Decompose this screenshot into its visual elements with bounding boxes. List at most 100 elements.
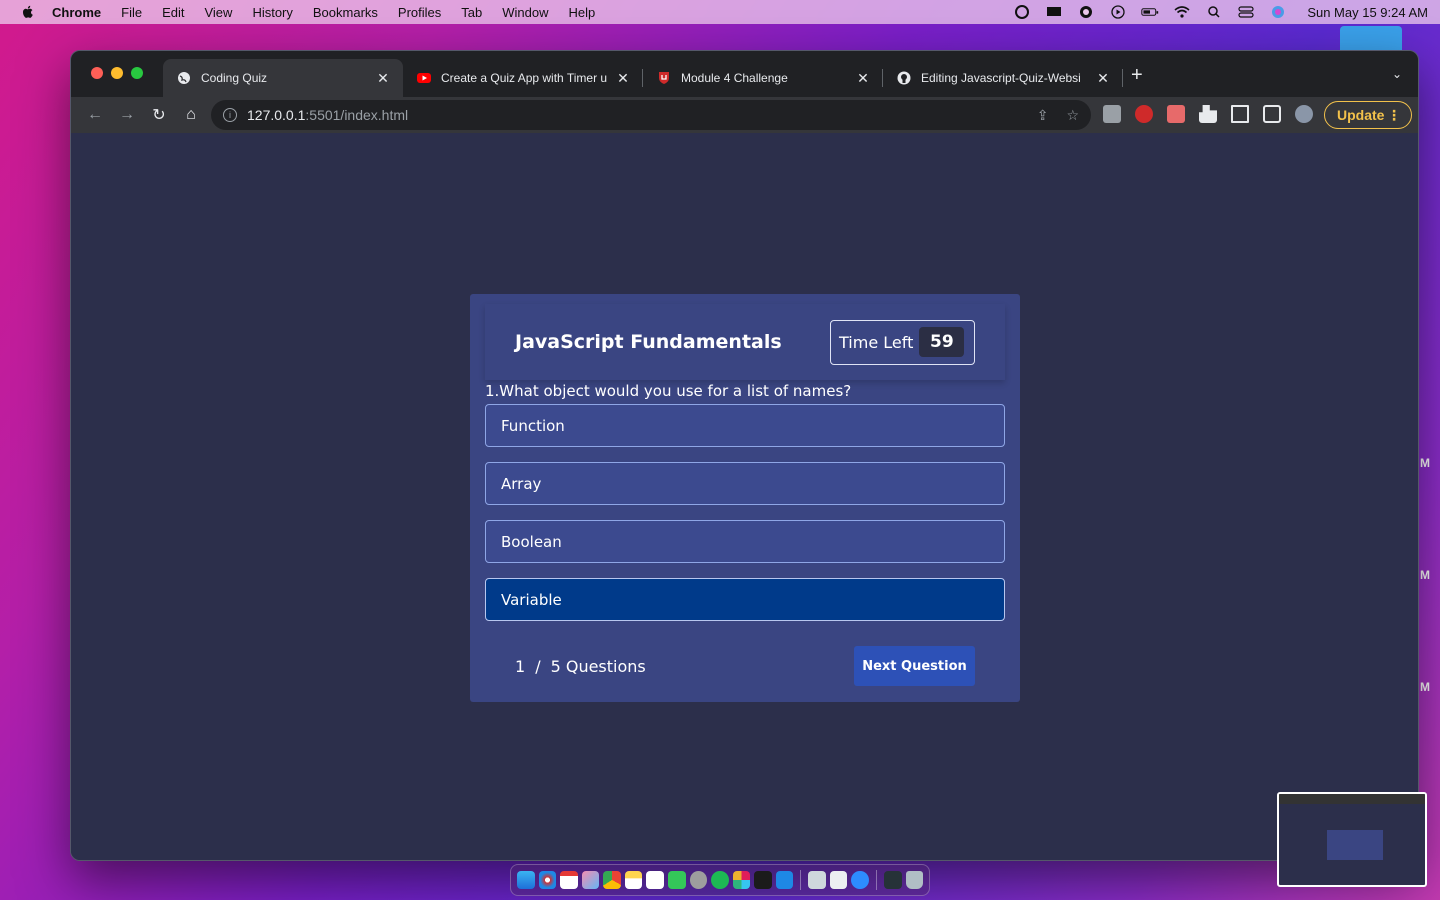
- preview-icon[interactable]: [808, 871, 826, 889]
- minimize-window-button[interactable]: [111, 67, 123, 79]
- spotlight-search-icon[interactable]: [1205, 5, 1223, 19]
- question-counter: 1 / 5 Questions: [515, 657, 646, 676]
- desktop-folder-icon[interactable]: [1340, 26, 1402, 52]
- timer-label: Time Left: [839, 332, 914, 352]
- tab-strip: Coding Quiz ✕ Create a Quiz App with Tim…: [71, 51, 1418, 97]
- finder-icon[interactable]: [517, 871, 535, 889]
- downloads-stack-icon[interactable]: [883, 871, 902, 889]
- menubar: Chrome File Edit View History Bookmarks …: [0, 0, 1440, 24]
- next-question-button[interactable]: Next Question: [854, 646, 975, 686]
- calendar-icon[interactable]: [560, 871, 578, 889]
- apple-menu-icon[interactable]: [20, 4, 36, 20]
- quiz-card: JavaScript Fundamentals Time Left 59 1.W…: [470, 294, 1020, 702]
- back-arrow-icon[interactable]: ←: [79, 101, 111, 129]
- site-info-icon[interactable]: i: [223, 108, 237, 122]
- menu-bookmarks[interactable]: Bookmarks: [313, 5, 378, 20]
- url-host: 127.0.0.1: [247, 107, 306, 123]
- shield-icon: [659, 72, 669, 84]
- tab-module-4[interactable]: Module 4 Challenge ✕: [643, 59, 883, 97]
- siri-icon[interactable]: [1269, 5, 1287, 19]
- address-bar[interactable]: i 127.0.0.1 :5501/index.html ⇪ ☆: [211, 100, 1091, 130]
- chevron-down-icon[interactable]: ⌄: [1392, 67, 1402, 81]
- tab-title: Editing Javascript-Quiz-Websi: [921, 71, 1081, 85]
- url-path: :5501/index.html: [305, 107, 409, 123]
- tab-github[interactable]: Editing Javascript-Quiz-Websi ✕: [883, 59, 1123, 97]
- update-label: Update: [1337, 107, 1385, 123]
- control-center-icon[interactable]: [1237, 5, 1255, 19]
- siri-app-icon[interactable]: [538, 871, 557, 889]
- extension-icon[interactable]: [1135, 105, 1153, 123]
- slack-icon[interactable]: [732, 871, 751, 889]
- update-button[interactable]: Update ⋮: [1324, 101, 1412, 129]
- timer-box: Time Left 59: [830, 319, 975, 365]
- globe-icon: [178, 72, 190, 84]
- answer-option[interactable]: Boolean: [485, 520, 1005, 563]
- menu-help[interactable]: Help: [569, 5, 596, 20]
- display-icon[interactable]: [1045, 5, 1063, 19]
- bookmark-star-icon[interactable]: ☆: [1066, 107, 1079, 124]
- answer-option[interactable]: Array: [485, 462, 1005, 505]
- battery-icon[interactable]: [1141, 5, 1159, 19]
- puzzle-piece-icon[interactable]: [1199, 105, 1217, 123]
- terminal-icon[interactable]: [754, 871, 772, 889]
- profile-avatar[interactable]: [1295, 105, 1313, 123]
- tab-title: Coding Quiz: [201, 71, 268, 85]
- close-tab-icon[interactable]: ✕: [855, 70, 871, 87]
- forward-arrow-icon[interactable]: →: [111, 101, 143, 129]
- new-tab-icon[interactable]: +: [1131, 65, 1143, 85]
- browser-window: Coding Quiz ✕ Create a Quiz App with Tim…: [70, 50, 1419, 861]
- grammarly-icon[interactable]: [1013, 5, 1031, 19]
- home-icon[interactable]: ⌂: [175, 101, 207, 129]
- zoom-window-button[interactable]: [131, 67, 143, 79]
- answer-option-selected[interactable]: Variable: [485, 578, 1005, 621]
- zoom-icon[interactable]: [851, 871, 869, 889]
- browser-toolbar: ← → ↻ ⌂ i 127.0.0.1 :5501/index.html ⇪ ☆…: [71, 97, 1418, 133]
- grammarly-g-icon[interactable]: [1077, 5, 1095, 19]
- menu-profiles[interactable]: Profiles: [398, 5, 441, 20]
- vscode-icon[interactable]: [775, 871, 794, 889]
- desktop-item-label: M: [1420, 568, 1430, 582]
- document-icon[interactable]: [829, 871, 848, 889]
- facetime-icon[interactable]: [667, 871, 686, 889]
- notes-icon[interactable]: [624, 871, 643, 889]
- menubar-clock[interactable]: Sun May 15 9:24 AM: [1307, 5, 1428, 20]
- tab-youtube[interactable]: Create a Quiz App with Timer u ✕: [403, 59, 643, 97]
- quiz-header: JavaScript Fundamentals Time Left 59: [485, 304, 1005, 380]
- extension-icon[interactable]: [1167, 105, 1185, 123]
- close-window-button[interactable]: [91, 67, 103, 79]
- side-panel-icon[interactable]: [1263, 105, 1281, 123]
- reload-icon[interactable]: ↻: [143, 101, 175, 129]
- play-icon[interactable]: [1109, 5, 1127, 19]
- menu-app-name[interactable]: Chrome: [52, 5, 101, 20]
- counter-total: 5 Questions: [550, 656, 646, 676]
- close-tab-icon[interactable]: ✕: [615, 70, 631, 87]
- menu-view[interactable]: View: [204, 5, 232, 20]
- reminders-icon[interactable]: [646, 871, 664, 889]
- launchpad-icon[interactable]: [581, 871, 600, 889]
- tab-coding-quiz[interactable]: Coding Quiz ✕: [163, 59, 403, 97]
- media-queue-icon[interactable]: [1231, 105, 1249, 123]
- menu-history[interactable]: History: [252, 5, 292, 20]
- menu-tab[interactable]: Tab: [461, 5, 482, 20]
- close-tab-icon[interactable]: ✕: [375, 70, 391, 87]
- github-icon: [897, 71, 911, 85]
- question-text: 1.What object would you use for a list o…: [485, 382, 852, 400]
- menu-edit[interactable]: Edit: [162, 5, 184, 20]
- close-tab-icon[interactable]: ✕: [1095, 70, 1111, 87]
- menu-window[interactable]: Window: [502, 5, 548, 20]
- screenshot-thumbnail[interactable]: [1277, 792, 1427, 887]
- extension-icon[interactable]: [1103, 105, 1121, 123]
- tab-title: Create a Quiz App with Timer u: [441, 71, 608, 85]
- more-menu-icon[interactable]: ⋮: [1387, 107, 1401, 124]
- extension-icons: [1103, 105, 1313, 123]
- share-icon[interactable]: ⇪: [1037, 107, 1049, 124]
- dock: [510, 864, 930, 896]
- answer-option[interactable]: Function: [485, 404, 1005, 447]
- wifi-icon[interactable]: [1173, 5, 1191, 19]
- spotify-icon[interactable]: [711, 871, 729, 889]
- trash-icon[interactable]: [905, 871, 924, 889]
- desktop-item-label: M: [1420, 680, 1430, 694]
- system-preferences-icon[interactable]: [689, 871, 708, 889]
- menu-file[interactable]: File: [121, 5, 142, 20]
- chrome-icon[interactable]: [603, 871, 621, 889]
